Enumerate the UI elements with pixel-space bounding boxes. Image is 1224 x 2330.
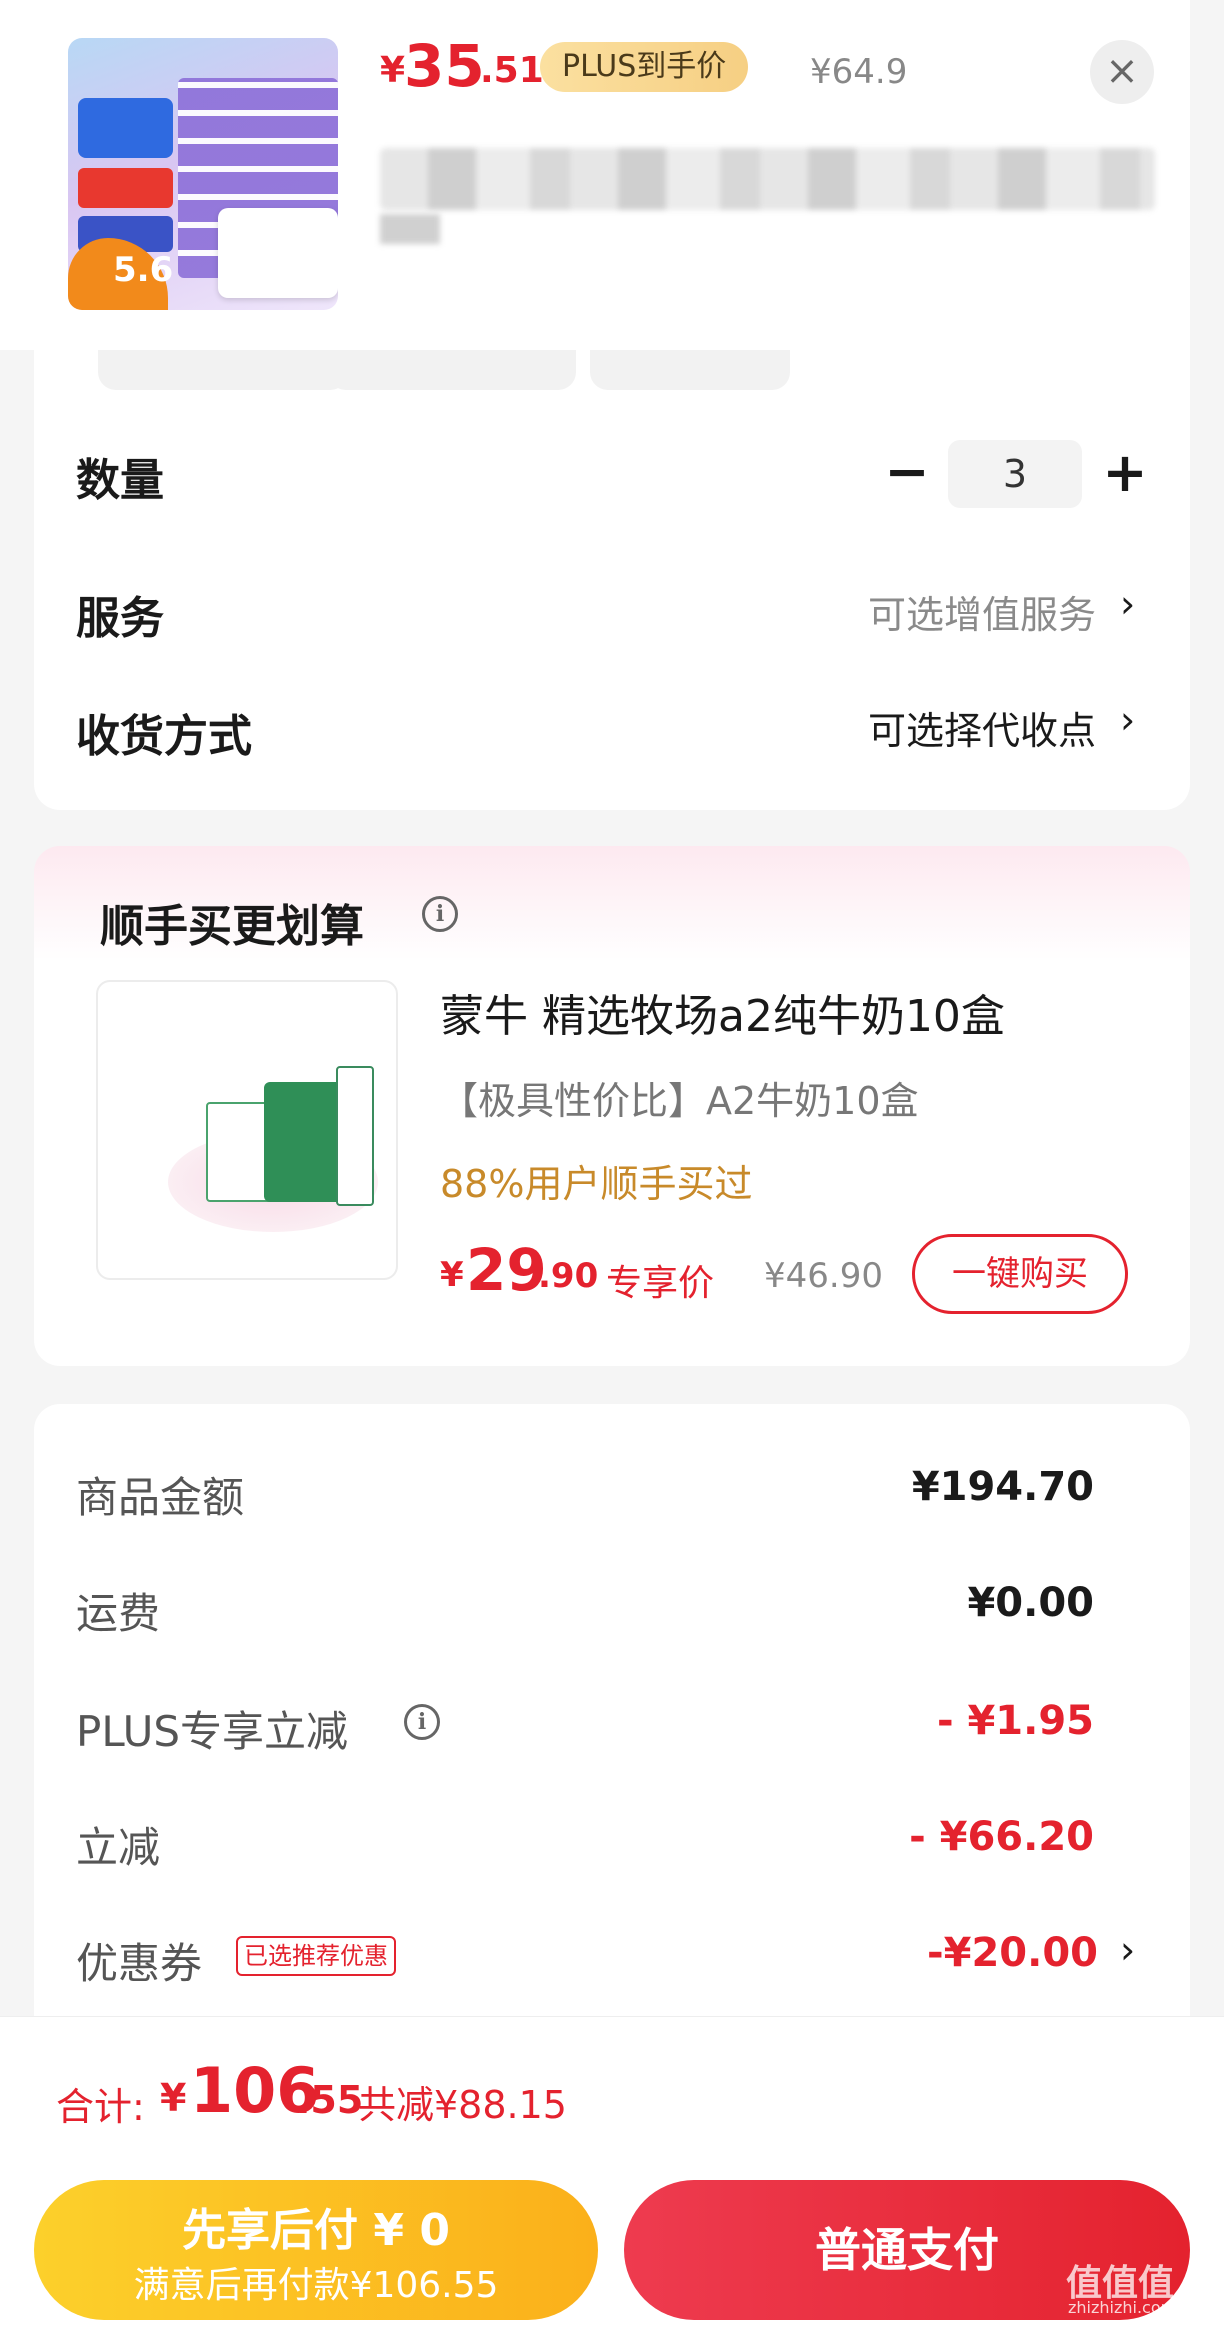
- recommend-product-image[interactable]: [96, 980, 398, 1280]
- chevron-right-icon[interactable]: ›: [1120, 582, 1135, 626]
- quantity-input[interactable]: 3: [948, 440, 1082, 508]
- delivery-label: 收货方式: [76, 711, 252, 762]
- watermark-url: zhizhizhi.com: [1068, 2298, 1177, 2317]
- discount-text: 5.6: [113, 250, 174, 290]
- total-decimal: .55: [296, 2078, 364, 2122]
- plus-discount-value: - ¥1.95: [936, 1698, 1094, 1744]
- shipping-value: ¥0.00: [967, 1580, 1094, 1626]
- close-icon: ×: [1105, 48, 1139, 94]
- total-currency: ¥: [160, 2076, 187, 2120]
- service-value: 可选增值服务: [867, 593, 1096, 637]
- service-selector[interactable]: 可选增值服务: [700, 584, 1096, 639]
- chevron-right-icon[interactable]: ›: [1120, 1928, 1135, 1972]
- blurred-product-title: [380, 214, 440, 244]
- original-price: ¥64.9: [810, 52, 908, 92]
- spec-option-chip[interactable]: [98, 350, 348, 390]
- promo-badge: [78, 98, 173, 158]
- price-decimal: .51: [480, 50, 544, 91]
- promo-badge: [78, 168, 173, 208]
- coupon-value[interactable]: -¥20.00: [794, 1930, 1098, 1976]
- plus-discount-label: PLUS专享立减: [76, 1707, 349, 1756]
- close-button[interactable]: ×: [1090, 40, 1154, 104]
- pay-later-button[interactable]: 先享后付 ¥ 0 满意后再付款¥106.55: [34, 2180, 598, 2320]
- price-integer: 35: [404, 32, 485, 100]
- recommend-original-price: ¥46.90: [764, 1256, 883, 1296]
- quantity-minus-button[interactable]: −: [882, 445, 932, 500]
- chevron-right-icon[interactable]: ›: [1120, 698, 1135, 742]
- instant-discount-value: - ¥66.20: [909, 1814, 1094, 1860]
- one-click-buy-button[interactable]: 一键购买: [912, 1234, 1128, 1314]
- quantity-plus-button[interactable]: +: [1100, 446, 1150, 500]
- info-icon[interactable]: i: [422, 896, 458, 932]
- recommend-bought-stat: 88%用户顺手买过: [440, 1162, 753, 1206]
- total-savings: 共减¥88.15: [358, 2083, 567, 2127]
- spec-option-chip[interactable]: [590, 350, 790, 390]
- plus-price-tag: PLUS到手价: [540, 42, 749, 92]
- exclusive-price-tag: 专享价: [606, 1263, 715, 1304]
- product-thumbnail[interactable]: 5.6: [68, 38, 338, 310]
- pay-later-title: 先享后付 ¥ 0: [182, 2205, 450, 2256]
- goods-amount-value: ¥194.70: [911, 1464, 1094, 1510]
- delivery-value: 可选择代收点: [867, 709, 1096, 753]
- quantity-label: 数量: [76, 455, 164, 506]
- blurred-product-title: [380, 148, 1155, 210]
- recommend-price-currency: ¥: [440, 1255, 464, 1295]
- info-icon[interactable]: i: [404, 1704, 440, 1740]
- delivery-selector[interactable]: 可选择代收点: [700, 700, 1096, 755]
- instant-discount-label: 立减: [76, 1823, 161, 1872]
- milk-carton-image: [336, 1066, 374, 1206]
- tissue-pack-image: [218, 208, 338, 298]
- pay-later-subtitle: 满意后再付款¥106.55: [133, 2265, 499, 2306]
- total-label: 合计:: [56, 2085, 145, 2129]
- recommend-product-subtitle: 【极具性价比】A2牛奶10盒: [440, 1079, 919, 1123]
- shipping-label: 运费: [76, 1589, 161, 1638]
- coupon-recommended-badge: 已选推荐优惠: [236, 1936, 396, 1976]
- coupon-label: 优惠券: [76, 1939, 203, 1988]
- recommend-product-name[interactable]: 蒙牛 精选牧场a2纯牛奶10盒: [440, 980, 1005, 1044]
- spec-option-chip[interactable]: [328, 350, 576, 390]
- service-label: 服务: [76, 593, 164, 644]
- recommend-price-decimal: .90: [538, 1256, 599, 1296]
- goods-amount-label: 商品金额: [76, 1473, 245, 1522]
- price-currency: ¥: [380, 50, 406, 91]
- recommend-price-integer: 29: [466, 1236, 547, 1304]
- recommend-title: 顺手买更划算: [100, 901, 364, 952]
